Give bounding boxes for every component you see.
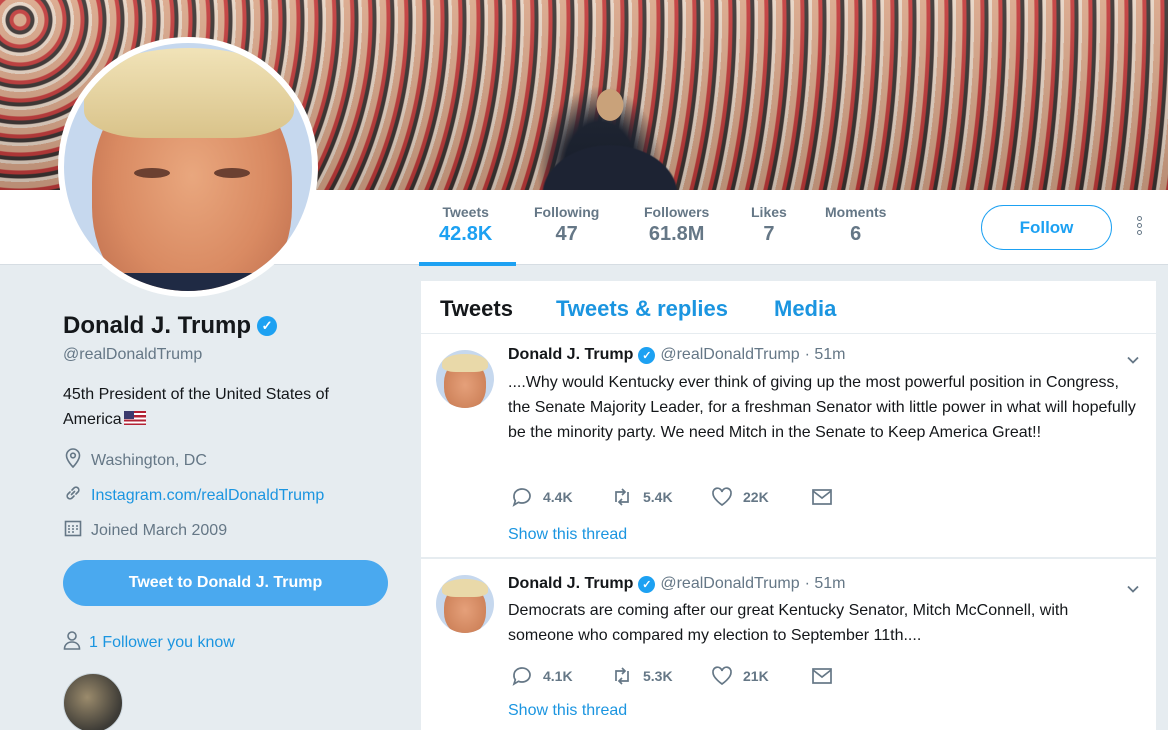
tweet-avatar[interactable]	[436, 350, 494, 408]
profile-name[interactable]: Donald J. Trump	[63, 312, 251, 340]
tweet-text: Democrats are coming after our great Ken…	[508, 602, 1069, 644]
envelope-icon	[812, 668, 832, 684]
location-pin-icon	[63, 448, 83, 473]
profile-handle[interactable]: @realDonaldTrump	[63, 346, 403, 364]
tweet-item[interactable]: Donald J. Trump ✓ @realDonaldTrump · 51m…	[421, 334, 1156, 558]
profile-card: Donald J. Trump ✓ @realDonaldTrump 45th …	[63, 312, 403, 730]
stat-label: Followers	[644, 204, 710, 220]
profile-avatar[interactable]	[58, 37, 318, 297]
tweet-author-name[interactable]: Donald J. Trump	[508, 346, 633, 364]
tweet-to-button[interactable]: Tweet to Donald J. Trump	[63, 560, 388, 606]
stat-label: Likes	[751, 204, 787, 220]
retweet-action[interactable]: 5.3K	[611, 665, 711, 687]
stat-label: Tweets	[442, 204, 489, 220]
retweet-count: 5.3K	[643, 668, 673, 684]
known-follower-avatar[interactable]	[63, 673, 123, 730]
profile-page: Tweets 42.8K Following 47 Followers 61.8…	[0, 0, 1168, 730]
verified-badge-icon: ✓	[257, 316, 278, 336]
tweet-item[interactable]: Donald J. Trump ✓ @realDonaldTrump · 51m…	[421, 558, 1156, 730]
profile-bio: 45th President of the United States of A…	[63, 382, 373, 432]
us-flag-icon	[123, 411, 146, 425]
tweet-author-handle[interactable]: @realDonaldTrump	[660, 575, 799, 593]
person-icon	[63, 630, 81, 655]
tab-tweets-and-replies[interactable]: Tweets & replies	[556, 296, 728, 322]
stat-value: 6	[850, 223, 862, 245]
stat-value: 61.8M	[648, 223, 705, 245]
tab-tweets[interactable]: Tweets	[440, 296, 513, 322]
chevron-down-icon[interactable]	[1126, 582, 1140, 596]
stat-value: 42.8K	[439, 223, 493, 245]
show-thread-link[interactable]: Show this thread	[508, 702, 627, 720]
profile-joined: Joined March 2009	[63, 520, 403, 541]
like-count: 21K	[743, 668, 769, 684]
verified-badge-icon: ✓	[638, 575, 656, 593]
stat-label: Following	[534, 204, 600, 220]
stat-likes[interactable]: Likes 7	[751, 204, 787, 246]
stat-followers[interactable]: Followers 61.8M	[644, 204, 709, 246]
retweet-icon	[615, 667, 629, 685]
tweet-timestamp[interactable]: · 51m	[805, 575, 846, 593]
followers-you-know[interactable]: 1 Follower you know	[63, 630, 403, 655]
followers-you-know-text[interactable]: 1 Follower you know	[89, 634, 235, 652]
location-text: Washington, DC	[91, 451, 207, 469]
stat-moments[interactable]: Moments 6	[825, 204, 886, 246]
show-thread-link[interactable]: Show this thread	[508, 526, 627, 544]
reply-icon	[512, 667, 531, 686]
retweet-icon	[615, 488, 629, 506]
reply-action[interactable]: 4.1K	[511, 665, 611, 687]
reply-count: 4.1K	[543, 668, 573, 684]
heart-icon	[712, 666, 732, 686]
stat-tweets[interactable]: Tweets 42.8K	[439, 204, 492, 246]
reply-icon	[512, 488, 531, 507]
tweet-author-handle[interactable]: @realDonaldTrump	[660, 346, 799, 364]
stat-following[interactable]: Following 47	[534, 204, 599, 246]
link-icon	[63, 484, 83, 507]
tweet-text: ....Why would Kentucky ever think of giv…	[508, 374, 1136, 441]
profile-website: Instagram.com/realDonaldTrump	[63, 485, 403, 506]
retweet-action[interactable]: 5.4K	[611, 486, 711, 508]
like-count: 22K	[743, 489, 769, 505]
stat-label: Moments	[825, 204, 887, 220]
joined-text: Joined March 2009	[91, 521, 228, 539]
tweet-author-name[interactable]: Donald J. Trump	[508, 575, 633, 593]
follow-button[interactable]: Follow	[981, 205, 1112, 250]
chevron-down-icon[interactable]	[1126, 353, 1140, 367]
verified-badge-icon: ✓	[638, 346, 656, 364]
like-action[interactable]: 22K	[711, 486, 811, 508]
like-action[interactable]: 21K	[711, 665, 811, 687]
calendar-icon	[63, 519, 83, 542]
reply-count: 4.4K	[543, 489, 573, 505]
envelope-icon	[812, 489, 832, 505]
tweet-avatar[interactable]	[436, 575, 494, 633]
stat-value: 7	[763, 223, 775, 245]
tweet-action-bar: 4.1K 5.3K 21K	[511, 665, 911, 687]
message-action[interactable]	[811, 665, 911, 687]
website-link[interactable]: Instagram.com/realDonaldTrump	[91, 487, 324, 505]
profile-location: Washington, DC	[63, 448, 403, 473]
tweet-header: Donald J. Trump ✓ @realDonaldTrump · 51m	[508, 575, 846, 593]
tweet-header: Donald J. Trump ✓ @realDonaldTrump · 51m	[508, 346, 846, 364]
active-stat-underline	[419, 262, 516, 266]
heart-icon	[712, 487, 732, 507]
tweet-action-bar: 4.4K 5.4K 22K	[511, 486, 911, 508]
tab-media[interactable]: Media	[774, 296, 836, 322]
reply-action[interactable]: 4.4K	[511, 486, 611, 508]
more-options-icon[interactable]	[1132, 216, 1146, 240]
bio-text: 45th President of the United States of A…	[63, 386, 329, 428]
stat-value: 47	[555, 223, 578, 245]
message-action[interactable]	[811, 486, 911, 508]
retweet-count: 5.4K	[643, 489, 673, 505]
timeline-tabs: Tweets Tweets & replies Media	[421, 281, 1156, 334]
tweet-timestamp[interactable]: · 51m	[805, 346, 846, 364]
